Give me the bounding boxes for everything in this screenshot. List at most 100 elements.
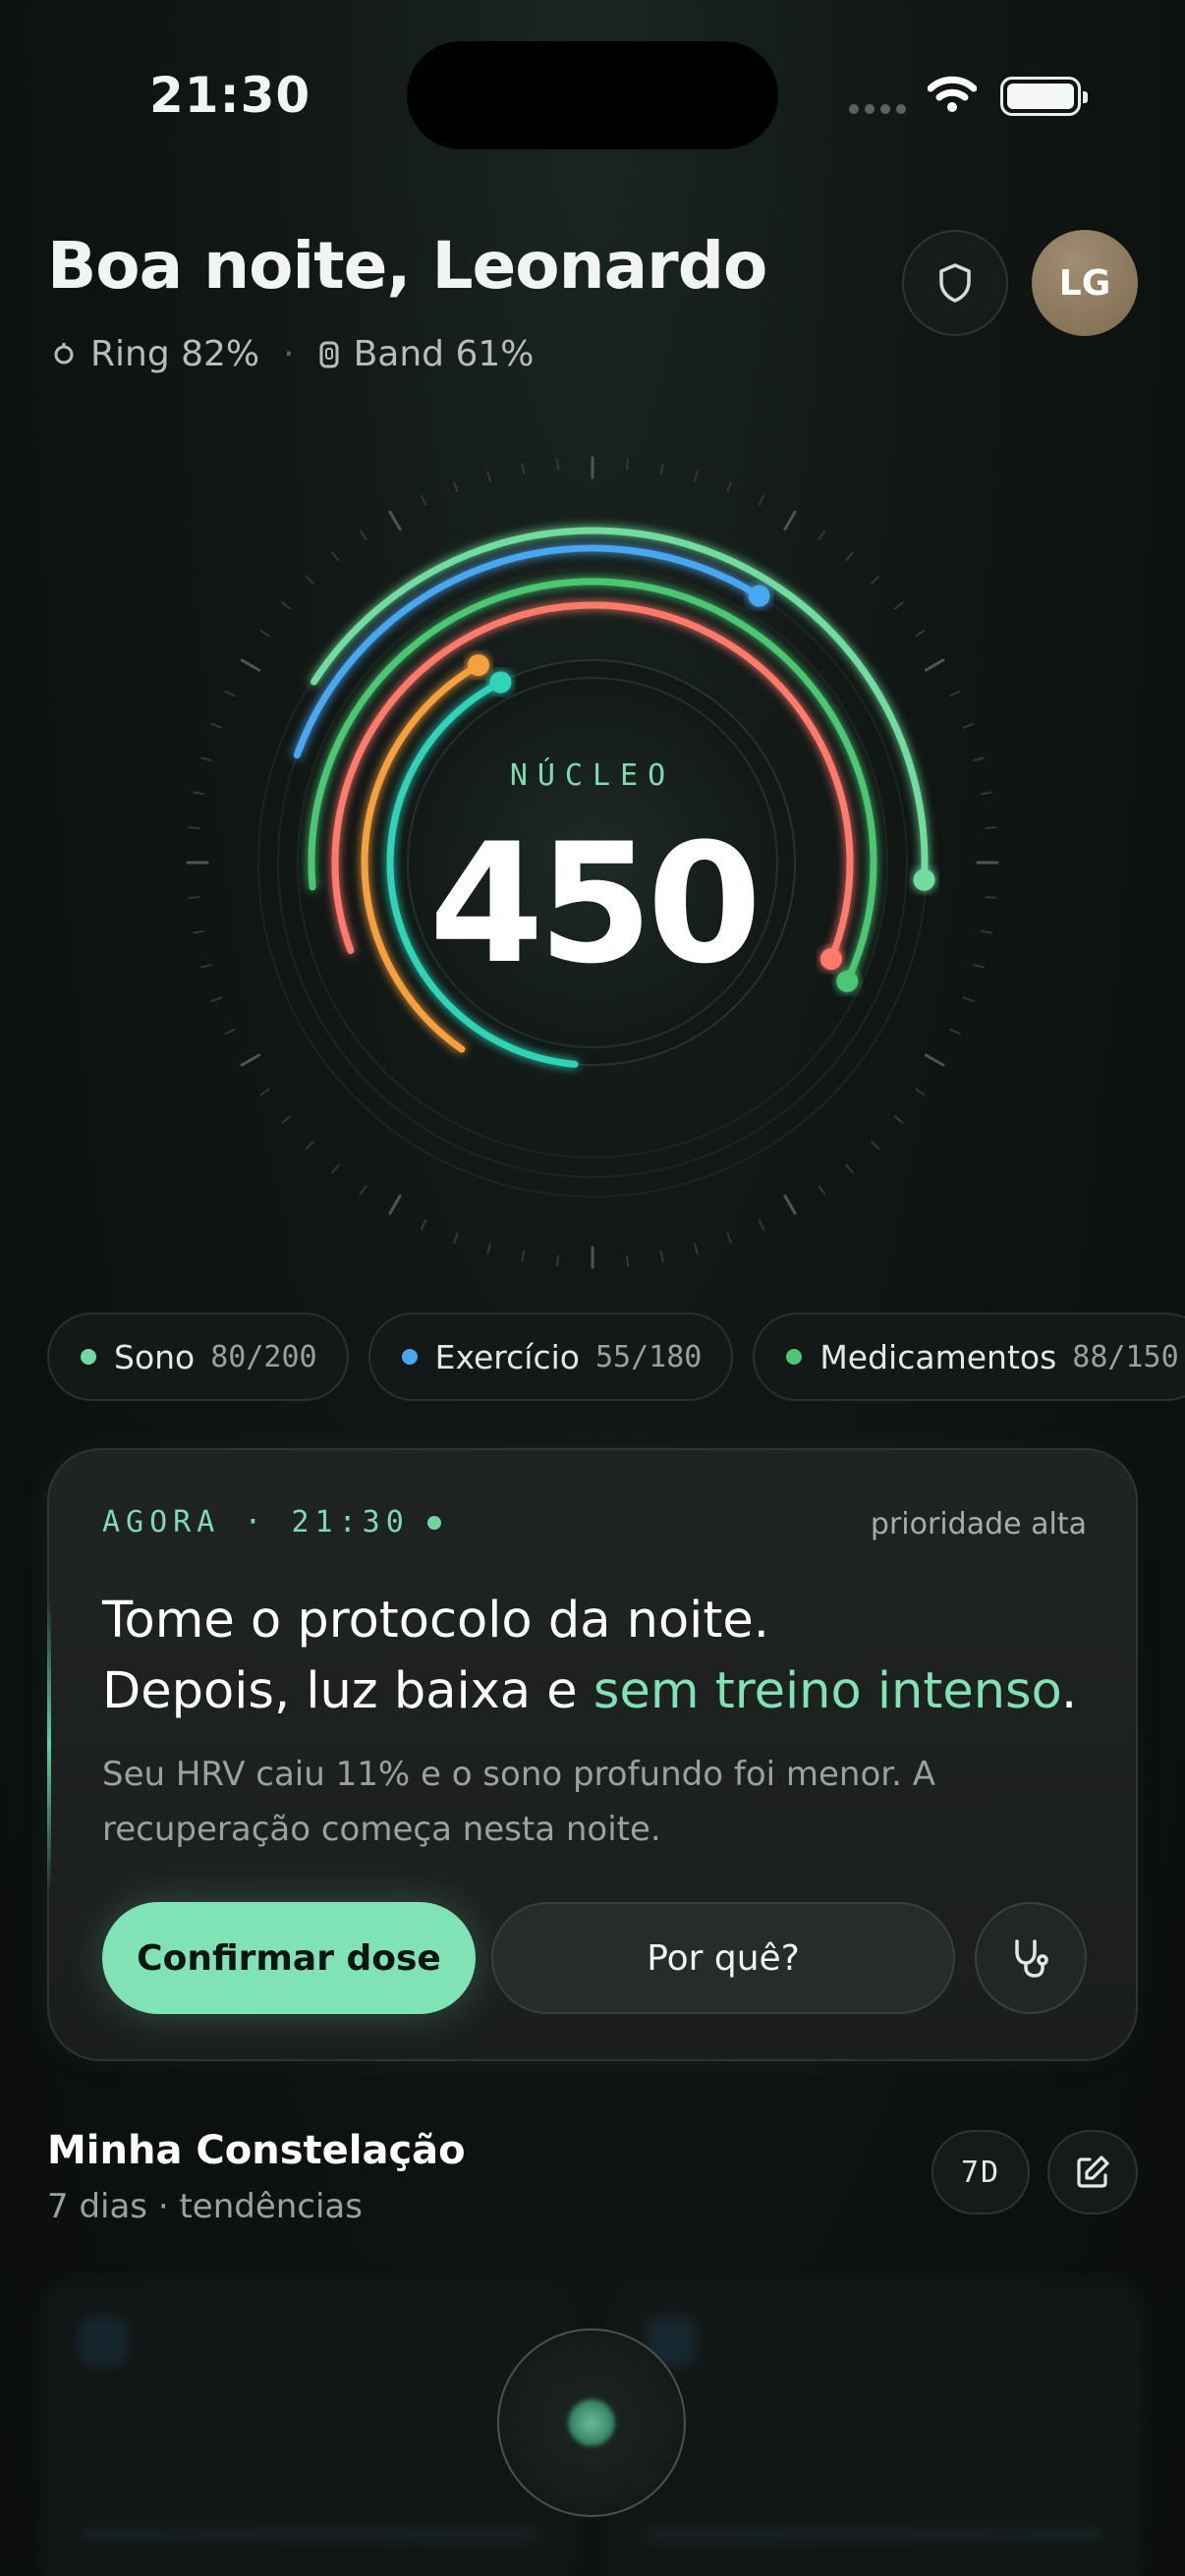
title-suffix: . [1060,1662,1078,1720]
gauge-tick [521,1250,526,1262]
gauge-tick [893,1115,904,1124]
gauge-tick [453,1232,459,1245]
gauge-tick [259,629,270,638]
gauge-tick [259,1088,270,1096]
gauge-tick [331,1163,340,1174]
assistant-orb-button[interactable] [497,2328,686,2517]
gauge-tick [818,1185,826,1196]
gauge-tick [726,1232,732,1245]
why-button[interactable]: Por quê? [491,1902,955,2014]
card-title: Tome o protocolo da noite. Depois, luz b… [102,1586,1095,1727]
gauge-tick [845,1163,854,1174]
avatar[interactable]: LG [1032,230,1138,336]
chip-label: Sono [114,1337,196,1376]
gauge-score: 450 [428,808,762,1000]
gauge-arc-marker [489,671,512,694]
chip-label: Exercício [434,1337,580,1376]
greeting-title: Boa noite, Leonardo [47,228,767,304]
gauge-tick [626,1255,629,1267]
constellation-title: Minha Constelação [47,2128,466,2173]
card-title-line1: Tome o protocolo da noite. [102,1592,769,1650]
status-dot [81,1349,96,1365]
gauge-tick [556,458,559,471]
gauge-tick [224,1028,236,1036]
ring-battery: Ring 82% [90,334,260,374]
card-accent [47,1597,51,1892]
gauge-tick [486,471,491,482]
gauge-tick [949,690,961,698]
action-card: AGORA · 21:30 prioridade alta Tome o pro… [47,1448,1138,2061]
band-icon [319,341,339,367]
gauge-tick [871,1141,880,1150]
card-description: Seu HRV caiu 11% e o sono profundo foi m… [102,1755,935,1849]
gauge-tick [924,1053,945,1067]
gauge-arc-marker [748,585,770,607]
gauge-tick [915,629,926,638]
gauge-tick [659,463,664,476]
gauge-tick [758,494,765,506]
card-title-line2: Depois, luz baixa e sem treino intenso. [102,1656,1095,1727]
band-battery: Band 61% [353,334,535,374]
gauge-tick [453,480,459,493]
chip-value: 55/180 [594,1339,703,1374]
constellation-card-sleep[interactable] [39,2277,576,2576]
gauge-tick [694,1243,699,1255]
gauge-tick [962,723,975,729]
gauge-tick [420,1219,427,1231]
gauge-tick [949,1028,961,1036]
gauge-arc-marker [468,654,489,677]
edit-button[interactable] [1047,2130,1138,2214]
edit-icon [1077,2156,1109,2188]
gauge-label: NÚCLEO [509,758,676,793]
chip-value: 80/200 [210,1339,317,1374]
title-prefix: Depois, luz baixa e [102,1662,593,1720]
gauge-tick [281,1115,292,1124]
card-now-label: AGORA · 21:30 [102,1505,441,1540]
chip-label: Medicamentos [819,1337,1057,1376]
gauge-tick [521,463,526,476]
gauge-tick [388,1194,402,1215]
gauge-tick [924,658,945,672]
separator: · [283,334,295,374]
gauge-tick [240,1053,261,1067]
status-dot [786,1349,803,1365]
gauge-tick [659,1250,664,1262]
gauge-tick [726,480,732,493]
constellation-card-activity[interactable] [607,2277,1144,2576]
gauge-tick [845,551,854,562]
chip-value: 88/150 [1072,1339,1179,1374]
gauge-tick [486,1243,491,1255]
title-highlight: sem treino intenso [592,1662,1061,1720]
shield-icon [939,263,971,303]
now-time: AGORA · 21:30 [102,1505,410,1540]
gauge-tick [758,1219,765,1231]
gauge-tick [783,510,797,532]
ring-icon [54,342,74,364]
stethoscope-icon [1015,1939,1048,1978]
gauge-tick [893,601,904,610]
status-dot [401,1349,418,1365]
metric-chips: Sono 80/200 Exercício 55/180 Medicamento… [47,1313,1185,1401]
cellular-signal-icon [849,104,906,114]
chip-medicamentos[interactable]: Medicamentos 88/150 [753,1313,1185,1401]
priority-label: prioridade alta [870,1507,1087,1541]
gauge-tick [359,1185,367,1196]
live-dot [426,1515,441,1530]
constellation-subtitle: 7 dias · tendências [47,2187,363,2226]
device-status: Ring 82% · Band 61% [51,334,535,374]
gauge-tick [694,471,699,482]
privacy-button[interactable] [902,230,1008,336]
doctor-button[interactable] [975,1902,1087,2014]
chip-sono[interactable]: Sono 80/200 [47,1313,349,1401]
confirm-dose-button[interactable]: Confirmar dose [102,1902,476,2014]
gauge-tick [240,658,261,672]
status-time: 21:30 [149,67,311,124]
wifi-icon [928,76,977,112]
battery-icon [1000,77,1088,116]
gauge-tick [626,458,629,471]
gauge-tick [224,690,236,698]
chip-exercicio[interactable]: Exercício 55/180 [367,1313,734,1401]
gauge-tick [281,601,292,610]
period-button[interactable]: 7D [931,2130,1030,2214]
sleep-icon [79,2317,128,2366]
